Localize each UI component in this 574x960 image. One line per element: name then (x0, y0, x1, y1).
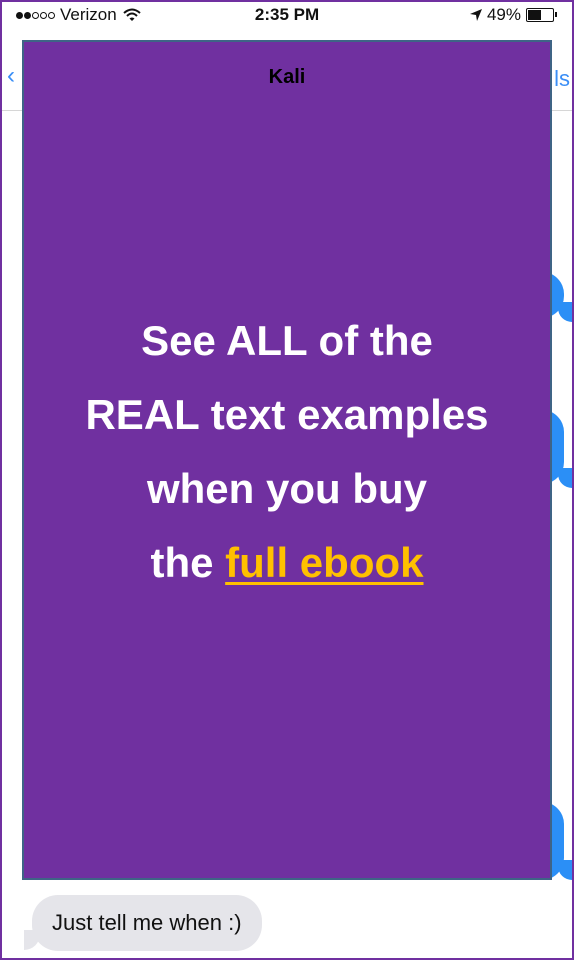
battery-icon (526, 8, 557, 22)
promo-line: REAL text examples (85, 391, 489, 438)
bubble-tail (558, 302, 572, 322)
screenshot-frame: Verizon 2:35 PM 49% ‹ ls Kali See ALL of… (0, 0, 574, 960)
bubble-tail (558, 468, 572, 488)
status-bar: Verizon 2:35 PM 49% (2, 2, 572, 28)
location-arrow-icon (469, 9, 482, 21)
status-right: 49% (469, 5, 557, 25)
battery-percent: 49% (486, 5, 521, 24)
details-button[interactable]: ls (554, 66, 570, 92)
promo-overlay: Kali See ALL of the REAL text examples w… (22, 40, 552, 880)
bubble-tail (558, 860, 572, 880)
promo-line-last: the full ebook (24, 526, 550, 600)
full-ebook-link[interactable]: full ebook (225, 539, 423, 586)
promo-line: when you buy (146, 465, 427, 512)
chevron-left-icon[interactable]: ‹ (7, 62, 15, 90)
promo-line: See ALL of the (141, 317, 433, 364)
promo-text: See ALL of the REAL text examples when y… (24, 304, 550, 600)
contact-name: Kali (268, 66, 306, 88)
promo-prefix: the (150, 539, 214, 586)
battery-fill (528, 10, 541, 20)
received-message-bubble: Just tell me when :) (32, 895, 262, 951)
battery-nub (555, 12, 557, 17)
